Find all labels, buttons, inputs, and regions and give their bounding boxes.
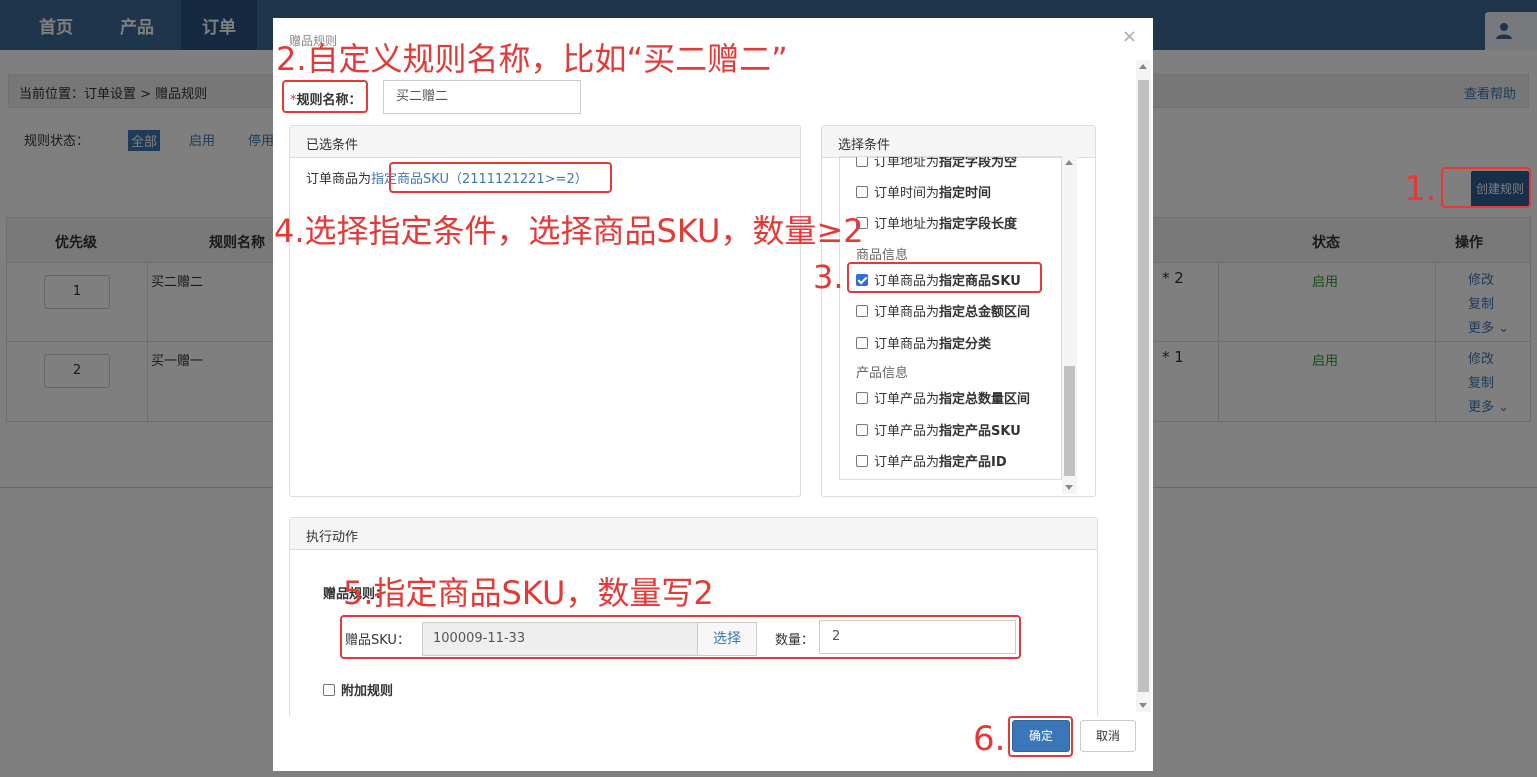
annotation-box-sku-condition: [847, 262, 1042, 293]
annotation-step3: 3.: [813, 258, 844, 296]
annotation-step6: 6.: [973, 719, 1006, 759]
annotation-step4: 4.选择指定条件，选择商品SKU，数量≥2: [274, 212, 864, 250]
group-product-info: 商品信息: [856, 248, 909, 263]
choose-conditions-title: 选择条件: [822, 126, 1095, 158]
rule-name-input[interactable]: 买二赠二: [383, 80, 581, 114]
checkbox[interactable]: [856, 392, 868, 404]
condition-goods-amount[interactable]: 订单商品为指定总金额区间: [856, 301, 1030, 320]
checkbox[interactable]: [856, 157, 868, 167]
close-icon[interactable]: ×: [1122, 26, 1137, 47]
group-item-info: 产品信息: [856, 366, 909, 381]
condition-product-quantity[interactable]: 订单产品为指定总数量区间: [856, 388, 1030, 407]
condition-address-empty[interactable]: 订单地址为指定字段为空: [856, 157, 1017, 170]
cancel-button[interactable]: 取消: [1080, 720, 1136, 752]
extra-rule-checkbox[interactable]: 附加规则: [323, 680, 393, 699]
annotation-step5: 5.指定商品SKU，数量写2: [343, 574, 714, 612]
checkbox[interactable]: [856, 186, 868, 198]
action-panel-title: 执行动作: [290, 518, 1097, 550]
modal-scrollbar[interactable]: [1136, 60, 1151, 712]
annotation-box-confirm: [1008, 716, 1073, 757]
checkbox[interactable]: [856, 455, 868, 467]
choose-conditions-panel: 选择条件 订单地址为指定字段为空 订单时间为指定时间 订单地址为指定字段长度 商…: [821, 125, 1096, 497]
annotation-step2: 2.自定义规则名称，比如“买二赠二”: [276, 40, 788, 78]
conditions-list: 订单地址为指定字段为空 订单时间为指定时间 订单地址为指定字段长度 商品信息 订…: [839, 156, 1062, 480]
condition-address-length[interactable]: 订单地址为指定字段长度: [856, 213, 1017, 232]
checkbox[interactable]: [856, 424, 868, 436]
annotation-box-selected: [389, 162, 612, 193]
condition-product-sku[interactable]: 订单产品为指定产品SKU: [856, 420, 1021, 439]
conditions-scrollbar[interactable]: [1062, 156, 1077, 494]
condition-order-time[interactable]: 订单时间为指定时间: [856, 182, 991, 201]
annotation-box-gift-sku: [340, 615, 1021, 659]
condition-product-id[interactable]: 订单产品为指定产品ID: [856, 451, 1007, 470]
checkbox[interactable]: [856, 337, 868, 349]
checkbox[interactable]: [323, 684, 335, 696]
annotation-step1: 1.: [1404, 169, 1437, 209]
checkbox[interactable]: [856, 305, 868, 317]
annotation-box-create: [1441, 167, 1531, 208]
annotation-box-rule-name: [282, 80, 368, 113]
selected-conditions-title: 已选条件: [290, 126, 800, 158]
condition-goods-category[interactable]: 订单商品为指定分类: [856, 333, 991, 352]
